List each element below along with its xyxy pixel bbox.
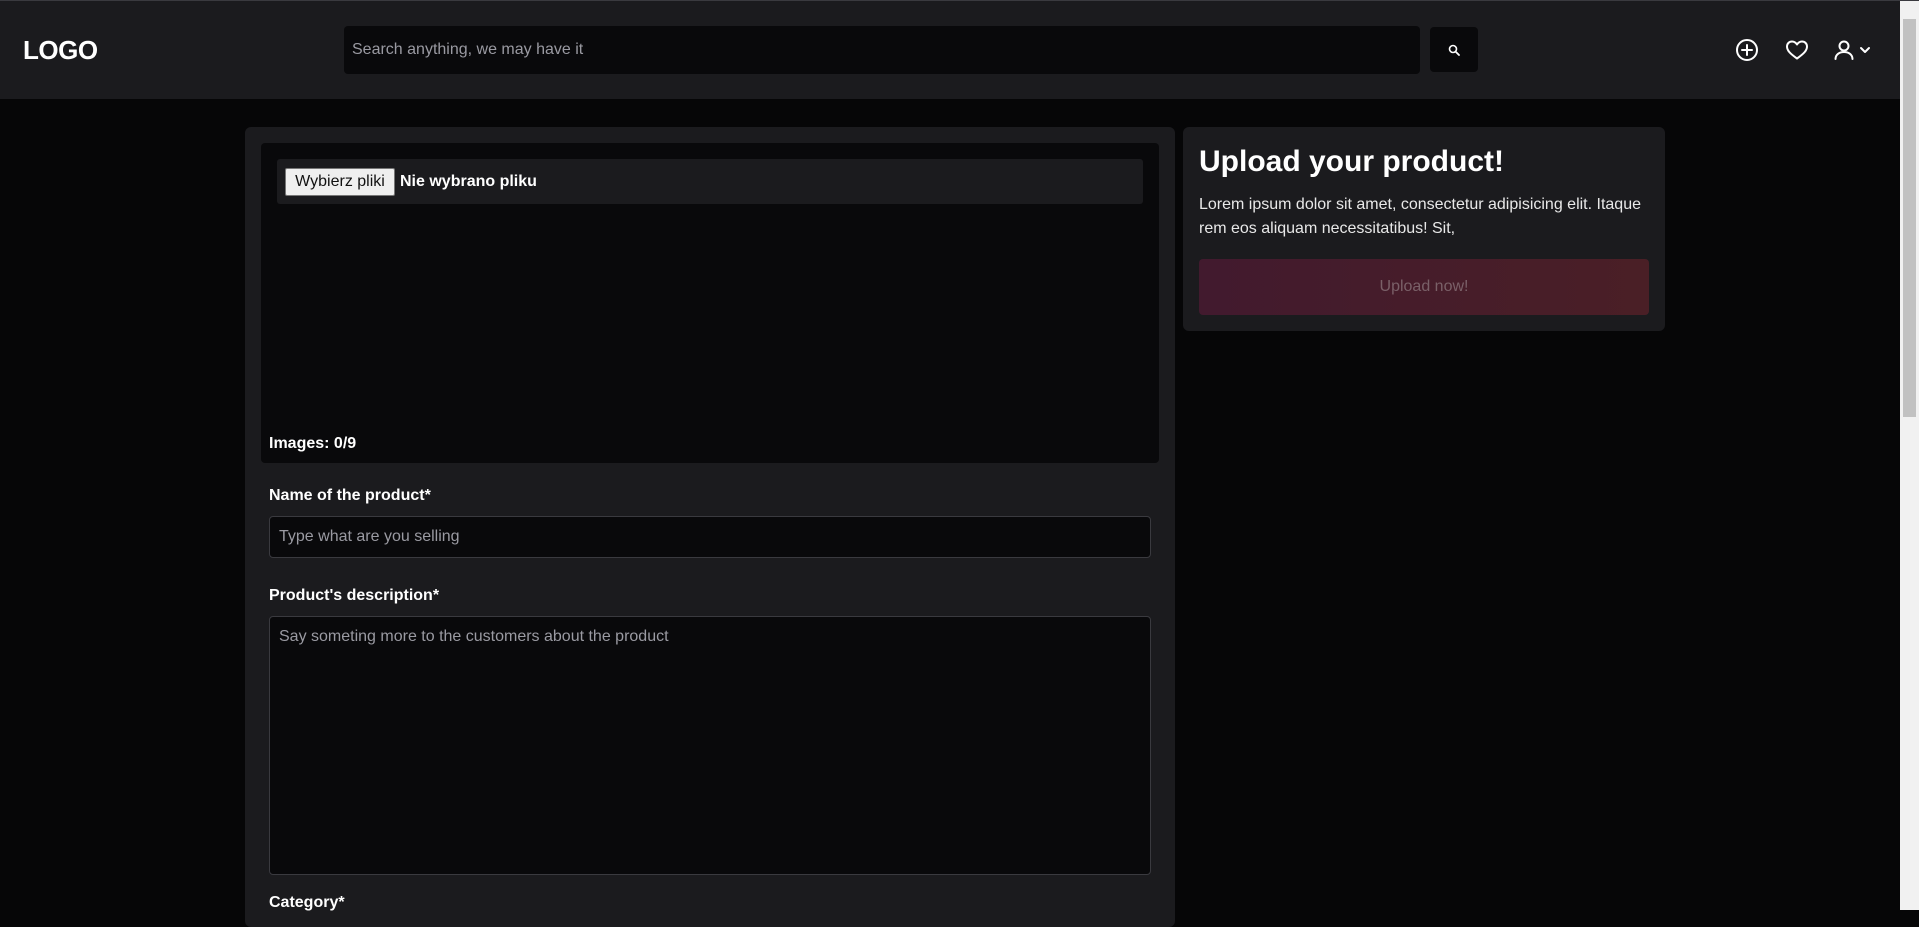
user-menu-button[interactable] [1832, 36, 1878, 64]
favorites-button[interactable] [1783, 36, 1811, 64]
add-product-button[interactable] [1733, 36, 1761, 64]
product-description-textarea[interactable] [269, 616, 1151, 875]
logo[interactable]: LOGO [23, 35, 98, 66]
user-icon [1834, 40, 1854, 60]
search-button[interactable] [1430, 27, 1478, 72]
upload-description: Lorem ipsum dolor sit amet, consectetur … [1199, 196, 1641, 237]
upload-title: Upload your product! [1199, 145, 1504, 178]
choose-files-button[interactable]: Wybierz pliki [285, 168, 395, 196]
images-count: Images: 0/9 [269, 435, 357, 452]
file-status-text: Nie wybrano pliku [400, 173, 537, 190]
product-description-label: Product's description* [269, 587, 440, 604]
category-label: Category* [269, 894, 345, 911]
upload-now-button[interactable]: Upload now! [1199, 259, 1649, 315]
search-input[interactable] [344, 26, 1420, 74]
search-icon [1448, 44, 1460, 56]
product-name-input[interactable] [269, 516, 1151, 558]
top-navbar: LOGO [0, 1, 1900, 99]
scrollbar-thumb[interactable] [1903, 19, 1916, 417]
heart-icon [1786, 40, 1808, 60]
chevron-down-icon [1860, 47, 1870, 53]
product-name-label: Name of the product* [269, 487, 431, 504]
add-circle-icon [1736, 39, 1758, 61]
